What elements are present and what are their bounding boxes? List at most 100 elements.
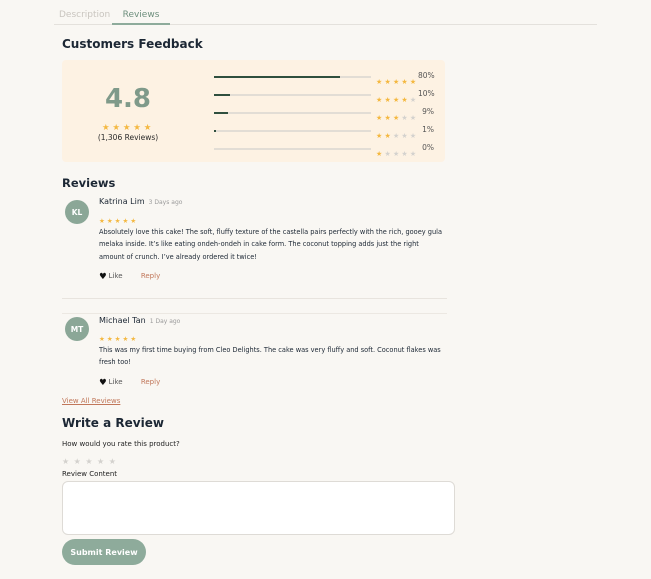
reply-button[interactable]: Reply — [141, 378, 160, 386]
overall-score-box: 4.8 ★ ★ ★ ★ ★ (1,306 Reviews) — [62, 60, 212, 162]
rating-row-5: ★ ★ ★ ★ ★ 80% — [214, 70, 444, 88]
star-icon[interactable]: ★ — [74, 458, 81, 466]
review-text: Absolutely love this cake! The soft, flu… — [99, 228, 443, 261]
rating-row-percent: 1% — [422, 125, 434, 134]
avatar: KL — [65, 200, 89, 224]
rating-row-3: ★ ★ ★ ★ ★ 9% — [214, 106, 444, 124]
review-text: This was my first time buying from Cleo … — [99, 346, 441, 367]
star-icon: ★ — [392, 78, 400, 86]
star-icon: ★ — [133, 123, 141, 133]
star-icon: ★ — [392, 132, 400, 140]
review-count: (1,306 Reviews) — [97, 133, 159, 142]
review-date: 1 Day ago — [149, 318, 181, 325]
star-icon[interactable]: ★ — [97, 458, 104, 466]
rating-bar-fill — [214, 130, 216, 132]
rating-row-stars: ★ ★ ★ ★ ★ — [376, 107, 418, 123]
star-icon: ★ — [401, 114, 408, 122]
heart-icon: ♥ — [99, 272, 107, 282]
reply-button[interactable]: Reply — [141, 272, 160, 280]
like-label: Like — [108, 272, 123, 280]
star-icon: ★ — [122, 123, 131, 133]
rating-row-percent: 80% — [418, 71, 435, 80]
star-icon: ★ — [384, 132, 391, 140]
review-item: KL Katrina Lim 3 Days ago ★ ★ ★ ★ ★ Absolutel… — [62, 195, 447, 299]
rating-bar-fill — [214, 94, 230, 96]
submit-review-button[interactable]: Submit Review — [62, 539, 146, 565]
review-content-label: Review Content — [62, 470, 118, 478]
rating-breakdown: ★ ★ ★ ★ ★ 80% ★ ★ ★ ★ ★ 10% ★ ★ ★ ★ ★ 9% ★ ★ ★ ★ ★ 1% ★ ★… — [214, 70, 444, 160]
star-icon: ★ — [392, 114, 400, 122]
star-icon: ★ — [114, 335, 121, 343]
rating-row-stars: ★ ★ ★ ★ ★ — [376, 143, 418, 159]
rating-row-percent: 10% — [418, 89, 435, 98]
star-icon: ★ — [99, 217, 105, 225]
star-icon: ★ — [112, 123, 121, 133]
like-label: Like — [108, 378, 123, 386]
write-review-heading: Write a Review — [62, 416, 164, 430]
star-icon[interactable]: ★ — [62, 458, 69, 466]
rating-row-percent: 0% — [422, 143, 434, 152]
star-icon: ★ — [401, 96, 408, 104]
star-icon: ★ — [409, 78, 417, 86]
rating-row-stars: ★ ★ ★ ★ ★ — [376, 71, 418, 87]
view-all-reviews-link[interactable]: View All Reviews — [62, 397, 120, 405]
reviewer-name: Michael Tan 1 Day ago — [99, 316, 180, 325]
star-icon: ★ — [376, 114, 383, 122]
like-button[interactable]: ♥ Like — [99, 272, 123, 282]
rating-bar — [214, 76, 371, 78]
star-icon: ★ — [401, 132, 408, 140]
average-score: 4.8 — [104, 84, 152, 114]
review-actions: ♥ Like Reply — [99, 272, 160, 282]
star-icon: ★ — [392, 150, 400, 158]
star-icon: ★ — [376, 96, 383, 104]
rate-question: How would you rate this product? — [62, 440, 180, 448]
rating-row-percent: 9% — [422, 107, 434, 116]
review-date: 3 Days ago — [148, 199, 183, 206]
reviewer-name-text: Michael Tan — [99, 316, 146, 325]
star-icon: ★ — [114, 217, 121, 225]
tab-reviews[interactable]: Reviews — [112, 10, 170, 25]
star-icon: ★ — [130, 335, 137, 343]
reviewer-name-text: Katrina Lim — [99, 197, 145, 206]
rating-bar — [214, 112, 371, 114]
review-stars: ★ ★ ★ ★ ★ — [99, 328, 138, 344]
rating-bar — [214, 94, 371, 96]
star-icon: ★ — [99, 335, 105, 343]
reviews-heading: Reviews — [62, 176, 116, 190]
star-icon[interactable]: ★ — [85, 458, 92, 466]
star-icon: ★ — [409, 114, 417, 122]
star-icon: ★ — [392, 96, 400, 104]
review-actions: ♥ Like Reply — [99, 378, 160, 388]
like-button[interactable]: ♥ Like — [99, 378, 123, 388]
star-icon: ★ — [143, 123, 152, 133]
star-icon: ★ — [130, 217, 137, 225]
star-icon: ★ — [409, 150, 417, 158]
rating-row-1: ★ ★ ★ ★ ★ 0% — [214, 142, 444, 160]
rating-bar — [214, 130, 371, 132]
rating-bar-fill — [214, 76, 340, 78]
rating-input[interactable]: ★ ★ ★ ★ ★ — [62, 451, 120, 467]
reviewer-name: Katrina Lim 3 Days ago — [99, 197, 182, 206]
star-icon: ★ — [106, 217, 113, 225]
star-icon: ★ — [401, 150, 408, 158]
rating-bar — [214, 148, 371, 150]
tab-description[interactable]: Description — [59, 10, 110, 20]
rating-summary: 4.8 ★ ★ ★ ★ ★ (1,306 Reviews) ★ ★ ★ ★ ★ 80% ★ ★ ★ ★… — [62, 60, 445, 162]
rating-row-2: ★ ★ ★ ★ ★ 1% — [214, 124, 444, 142]
star-icon: ★ — [122, 217, 129, 225]
star-icon[interactable]: ★ — [109, 458, 116, 466]
avatar: MT — [65, 317, 89, 341]
star-icon: ★ — [376, 132, 383, 140]
star-icon: ★ — [384, 150, 391, 158]
review-stars: ★ ★ ★ ★ ★ — [99, 210, 138, 226]
star-icon: ★ — [401, 78, 408, 86]
rating-bar-fill — [214, 112, 229, 114]
rating-row-stars: ★ ★ ★ ★ ★ — [376, 89, 418, 105]
star-icon: ★ — [384, 78, 391, 86]
customers-feedback-heading: Customers Feedback — [62, 37, 203, 51]
star-icon: ★ — [409, 132, 417, 140]
star-icon: ★ — [384, 96, 391, 104]
star-icon: ★ — [106, 335, 113, 343]
review-content-field[interactable] — [62, 481, 455, 535]
star-icon: ★ — [376, 150, 383, 158]
